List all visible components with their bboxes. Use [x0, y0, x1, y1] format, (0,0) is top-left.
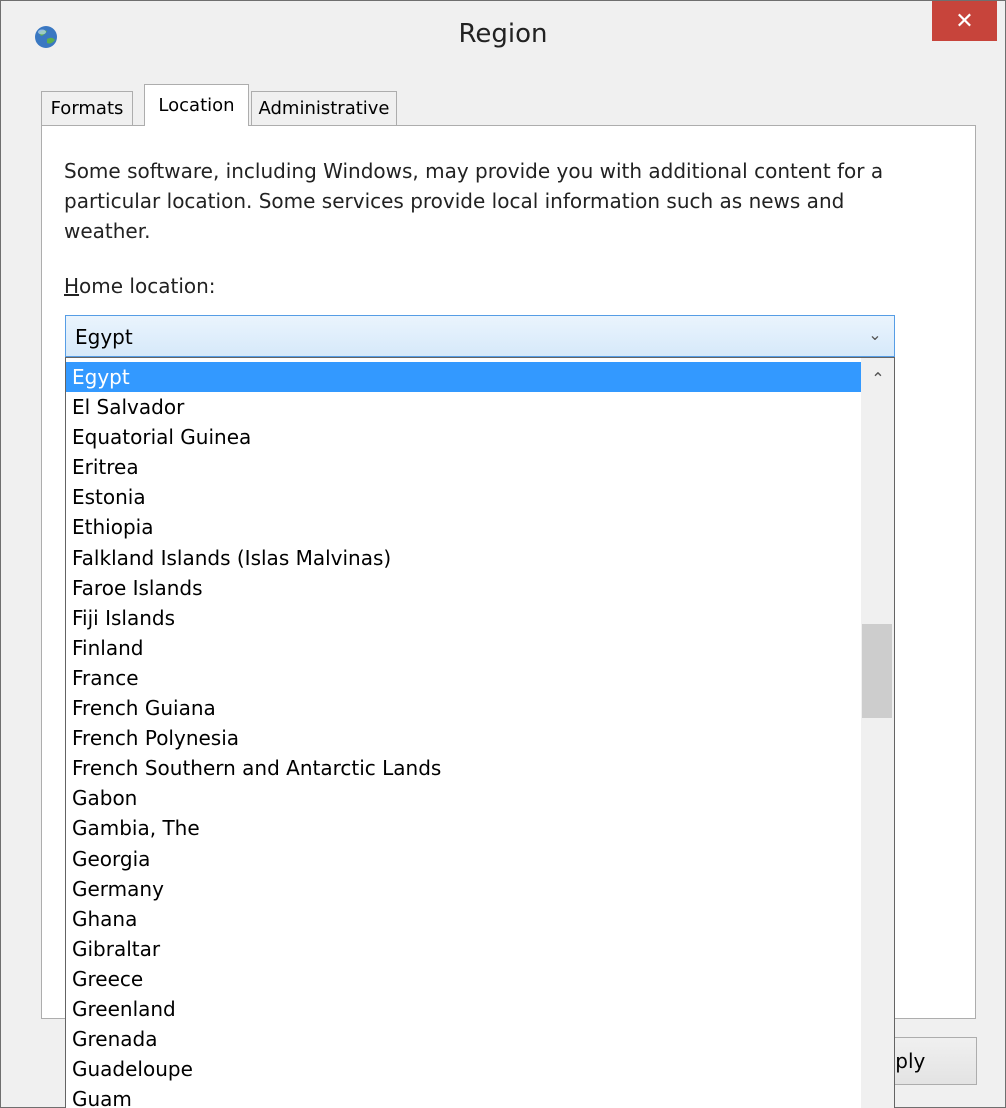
tab-administrative[interactable]: Administrative: [251, 91, 397, 125]
tab-formats[interactable]: Formats: [41, 91, 133, 125]
list-item[interactable]: French Guiana: [66, 693, 861, 723]
list-item[interactable]: Georgia: [66, 844, 861, 874]
list-item[interactable]: Gabon: [66, 783, 861, 813]
home-location-dropdown[interactable]: Egypt El Salvador Equatorial Guinea Eritrea…: [65, 357, 895, 1108]
list-item[interactable]: Greenland: [66, 994, 861, 1024]
list-item[interactable]: Ethiopia: [66, 512, 861, 542]
home-location-select[interactable]: Egypt ⌄: [65, 315, 895, 357]
tab-location[interactable]: Location: [144, 84, 249, 126]
home-location-label: Home location:: [64, 274, 216, 298]
list-item[interactable]: El Salvador: [66, 392, 861, 422]
chevron-up-icon[interactable]: ⌃: [861, 362, 894, 396]
list-item[interactable]: Gibraltar: [66, 934, 861, 964]
close-icon: ✕: [955, 8, 974, 34]
location-description: Some software, including Windows, may pr…: [64, 159, 884, 243]
list-item[interactable]: Greece: [66, 964, 861, 994]
list-item[interactable]: French Polynesia: [66, 723, 861, 753]
list-item[interactable]: French Southern and Antarctic Lands: [66, 753, 861, 783]
list-item[interactable]: Ghana: [66, 904, 861, 934]
list-item[interactable]: Finland: [66, 633, 861, 663]
chevron-down-icon[interactable]: ⌄: [864, 324, 886, 346]
title-bar[interactable]: Region ✕: [1, 1, 1005, 81]
list-item[interactable]: Grenada: [66, 1024, 861, 1054]
home-label-text: ome location:: [79, 274, 216, 298]
list-item[interactable]: Guadeloupe: [66, 1054, 861, 1084]
list-item[interactable]: Eritrea: [66, 452, 861, 482]
list-item[interactable]: Estonia: [66, 482, 861, 512]
list-item[interactable]: Gambia, The: [66, 813, 861, 843]
window-title: Region: [458, 19, 548, 49]
list-item[interactable]: Egypt: [66, 362, 861, 393]
list-item[interactable]: Germany: [66, 874, 861, 904]
list-item[interactable]: Guam: [66, 1084, 861, 1108]
list-item[interactable]: Equatorial Guinea: [66, 422, 861, 452]
list-item[interactable]: Fiji Islands: [66, 603, 861, 633]
scrollbar-thumb[interactable]: [862, 624, 892, 718]
dropdown-scrollbar[interactable]: ⌃: [861, 358, 894, 1108]
country-list[interactable]: Egypt El Salvador Equatorial Guinea Eritrea…: [66, 362, 861, 1108]
home-location-value: Egypt: [75, 325, 133, 349]
list-item[interactable]: France: [66, 663, 861, 693]
list-item[interactable]: Faroe Islands: [66, 573, 861, 603]
list-item[interactable]: Falkland Islands (Islas Malvinas): [66, 543, 861, 573]
close-button[interactable]: ✕: [932, 1, 997, 41]
home-label-accesskey: H: [64, 274, 80, 298]
